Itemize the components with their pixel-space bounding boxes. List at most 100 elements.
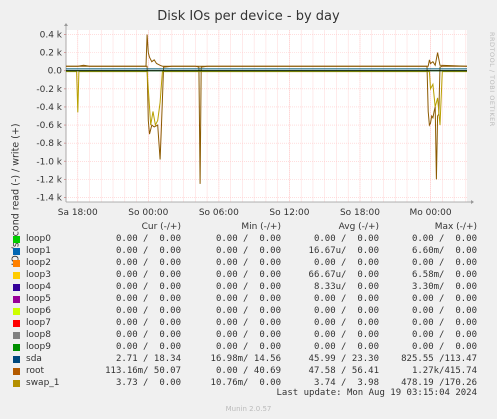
x-axis-arrow [471,200,474,204]
last-update: Last update: Mon Aug 19 03:15:04 2024 [276,388,477,398]
legend-swatch [13,236,20,243]
x-tick-label: So 18:00 [340,208,380,218]
legend-cur: 0.00 / 0.00 [115,282,181,292]
legend-name: loop0 [26,234,51,244]
legend-avg: 16.67u/ 0.00 [308,246,379,256]
legend-max: 3.30m/ 0.00 [411,282,477,292]
y-tick-label: -1.0 k [36,157,62,167]
legend-avg: 45.99 / 23.30 [308,354,379,364]
x-tick-label: So 06:00 [199,208,239,218]
legend-row-loop1: loop1 0.00 / 0.00 0.00 / 0.00 16.67u/ 0.00 6… [0,246,497,258]
legend-row-loop5: loop5 0.00 / 0.00 0.00 / 0.00 0.00 / 0.00 0.… [0,294,497,306]
legend-name: loop8 [26,330,51,340]
legend-cur: 0.00 / 0.00 [115,246,181,256]
legend-name: loop7 [26,318,51,328]
legend-name: loop5 [26,294,51,304]
legend-max: 0.00 / 0.00 [411,342,477,352]
legend-swatch [13,248,20,255]
y-tick-label: -0.8 k [36,139,62,149]
legend-min: 10.76m/ 0.00 [210,378,281,388]
legend-swatch [13,308,20,315]
legend-max: 0.00 / 0.00 [411,330,477,340]
legend-row-loop7: loop7 0.00 / 0.00 0.00 / 0.00 0.00 / 0.00 0.… [0,318,497,330]
legend-swatch [13,332,20,339]
y-tick-label: -1.2 k [36,175,62,185]
legend-max: 478.19 /170.26 [401,378,477,388]
legend-avg: 0.00 / 0.00 [313,294,379,304]
legend-avg: 3.74 / 3.98 [313,378,379,388]
legend-min: 0.00 / 0.00 [215,282,281,292]
legend-name: loop6 [26,306,51,316]
legend-name: sda [26,354,42,364]
legend-name: root [26,366,45,376]
legend-header-row: Cur (-/+) Min (-/+) Avg (-/+) Max (-/+) [0,222,497,234]
legend-min: 0.00 / 0.00 [215,258,281,268]
legend-avg: 0.00 / 0.00 [313,258,379,268]
munin-version: Munin 2.0.57 [225,405,272,413]
legend-swatch [13,368,20,375]
legend-row-loop2: loop2 0.00 / 0.00 0.00 / 0.00 0.00 / 0.00 0.… [0,258,497,270]
legend-row-loop8: loop8 0.00 / 0.00 0.00 / 0.00 0.00 / 0.00 0.… [0,330,497,342]
legend-name: loop4 [26,282,51,292]
legend-name: loop3 [26,270,51,280]
legend-cur: 3.73 / 0.00 [115,378,181,388]
legend-row-loop6: loop6 0.00 / 0.00 0.00 / 0.00 0.00 / 0.00 0.… [0,306,497,318]
x-tick-label: So 00:00 [128,208,168,218]
legend-avg: 0.00 / 0.00 [313,342,379,352]
header-max: Max (-/+) [434,222,477,232]
legend-max: 0.00 / 0.00 [411,258,477,268]
legend-swatch [13,356,20,363]
legend-swatch [13,320,20,327]
legend-swatch [13,284,20,291]
legend-row-loop0: loop0 0.00 / 0.00 0.00 / 0.00 0.00 / 0.00 0.… [0,234,497,246]
legend-max: 6.58m/ 0.00 [411,270,477,280]
munin-graph: Disk IOs per device - by day IOs/second … [0,0,497,419]
legend-min: 0.00 / 0.00 [215,342,281,352]
legend-cur: 0.00 / 0.00 [115,294,181,304]
y-tick-label: 0.4 k [40,31,63,41]
legend-avg: 66.67u/ 0.00 [308,270,379,280]
legend-name: loop1 [26,246,51,256]
legend-min: 0.00 / 0.00 [215,318,281,328]
legend-min: 0.00 / 0.00 [215,246,281,256]
x-tick-label: So 12:00 [269,208,309,218]
legend-swatch [13,260,20,267]
legend-cur: 0.00 / 0.00 [115,270,181,280]
legend-max: 6.60m/ 0.00 [411,246,477,256]
legend-name: loop9 [26,342,51,352]
legend-max: 0.00 / 0.00 [411,306,477,316]
plot-area: 0.4 k 0.2 k 0.0 -0.2 k -0.4 k -0.6 k -0.8 k -1.… [36,23,474,218]
y-tick-label: 0.0 [48,67,63,77]
legend-min: 0.00 / 0.00 [215,306,281,316]
legend-cur: 0.00 / 0.00 [115,258,181,268]
legend-min: 0.00 / 0.00 [215,234,281,244]
legend-max: 825.55 /113.47 [401,354,477,364]
legend-avg: 8.33u/ 0.00 [313,282,379,292]
legend-swatch [13,296,20,303]
legend-max: 1.27k/415.74 [411,366,477,376]
legend-cur: 0.00 / 0.00 [115,342,181,352]
legend-name: loop2 [26,258,51,268]
legend-row-loop9: loop9 0.00 / 0.00 0.00 / 0.00 0.00 / 0.00 0.… [0,342,497,354]
header-min: Min (-/+) [241,222,281,232]
header-cur: Cur (-/+) [141,222,181,232]
legend-cur: 0.00 / 0.00 [115,234,181,244]
legend-max: 0.00 / 0.00 [411,318,477,328]
legend-cur: 113.16m/ 50.07 [105,366,181,376]
legend-max: 0.00 / 0.00 [411,294,477,304]
legend-cur: 2.71 / 18.34 [115,354,181,364]
legend-avg: 0.00 / 0.00 [313,306,379,316]
legend-cur: 0.00 / 0.00 [115,318,181,328]
legend-max: 0.00 / 0.00 [411,234,477,244]
legend-row-loop3: loop3 0.00 / 0.00 0.00 / 0.00 66.67u/ 0.00 6… [0,270,497,282]
legend-cur: 0.00 / 0.00 [115,330,181,340]
legend-swatch [13,272,20,279]
legend-min: 0.00 / 0.00 [215,270,281,280]
x-tick-label: Sa 18:00 [58,208,98,218]
x-tick-label: Mo 00:00 [410,208,452,218]
legend-cur: 0.00 / 0.00 [115,306,181,316]
legend-min: 0.00 / 0.00 [215,294,281,304]
legend-avg: 0.00 / 0.00 [313,330,379,340]
y-axis-arrow [64,23,68,26]
y-tick-label: 0.2 k [40,49,63,59]
